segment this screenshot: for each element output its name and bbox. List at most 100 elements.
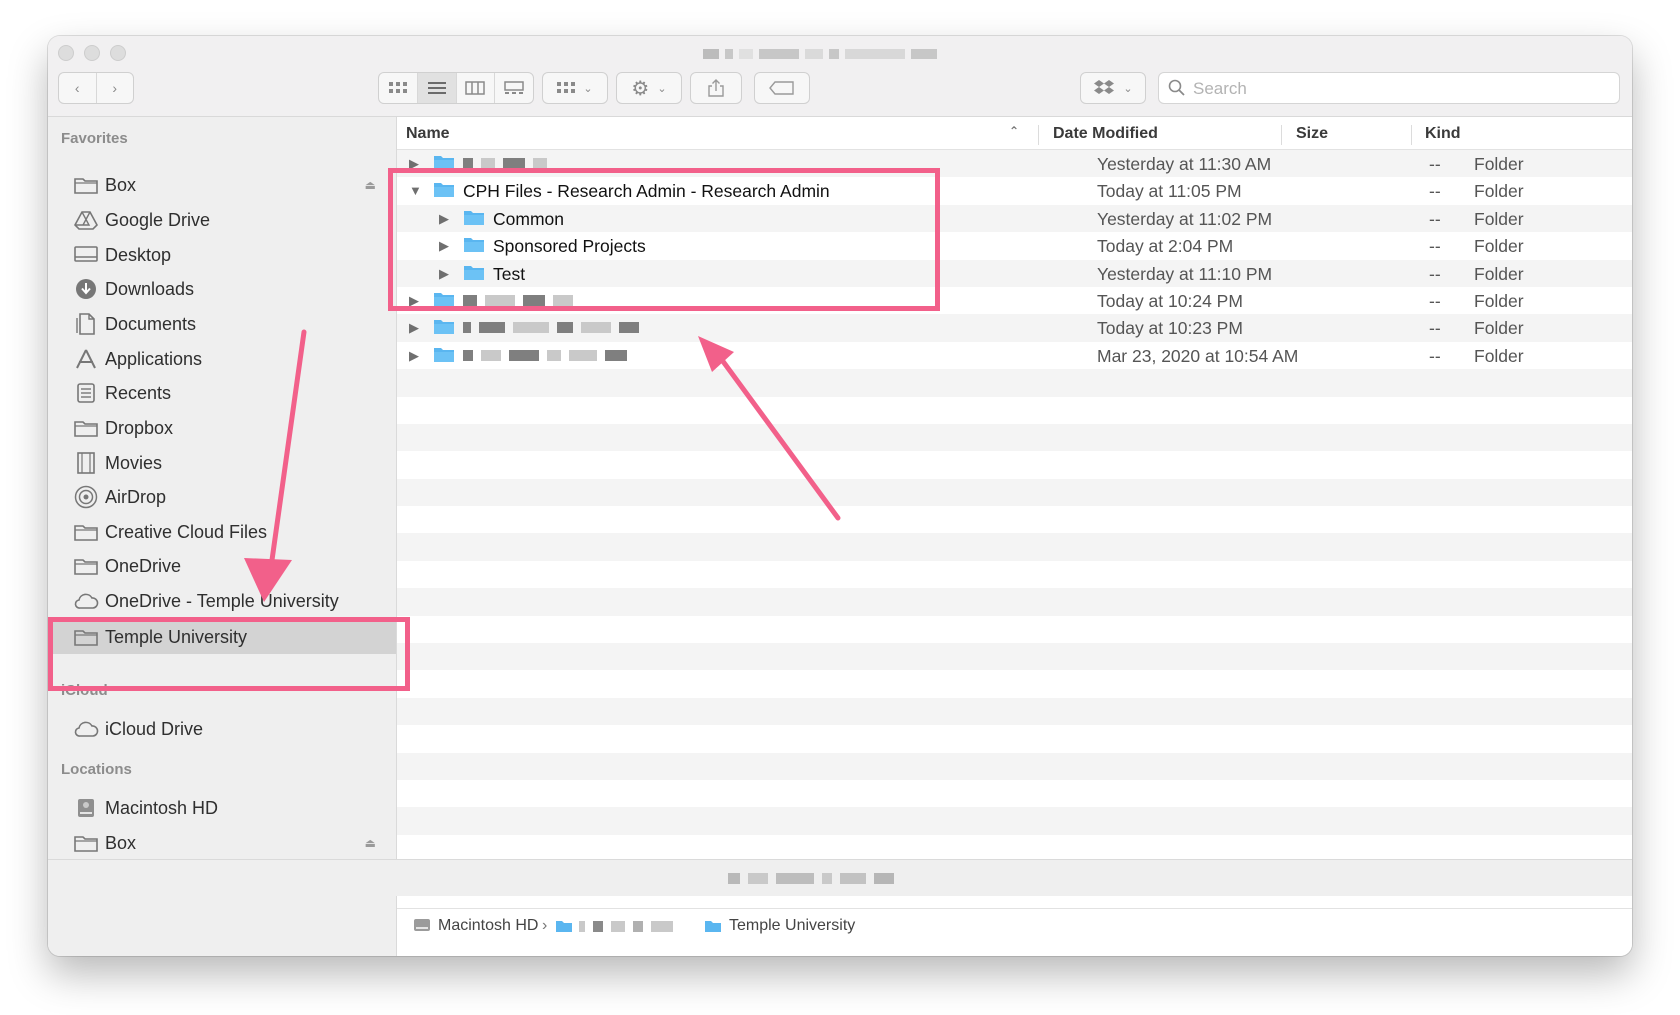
table-row[interactable]: ▶ Sponsored Projects Today at 2:04 PM -- Fol… (397, 232, 1632, 259)
list-view-button[interactable] (417, 73, 457, 103)
sidebar-item-desktop[interactable]: Desktop (48, 238, 396, 272)
date-modified: Yesterday at 11:02 PM (1097, 208, 1273, 229)
empty-row (397, 725, 1632, 752)
kind-column-header[interactable]: Kind (1425, 125, 1461, 143)
sidebar-item-label: Macintosh HD (105, 797, 219, 818)
disclosure-collapsed-icon[interactable]: ▶ (409, 348, 419, 364)
folder-icon (73, 174, 99, 196)
sidebar-item-temple-university[interactable]: Temple University (48, 620, 396, 654)
search-input[interactable] (1191, 77, 1595, 101)
eject-icon[interactable]: ⏏ (365, 178, 376, 192)
path-current[interactable]: Temple University (729, 917, 855, 935)
sidebar-item-applications[interactable]: Applications (48, 342, 396, 376)
dropbox-icon (1094, 80, 1115, 94)
empty-row (397, 506, 1632, 533)
empty-row (397, 780, 1632, 807)
table-row[interactable]: ▶ Yesterday at 11:30 AM -- Folder (397, 150, 1632, 178)
disclosure-collapsed-icon[interactable]: ▶ (439, 211, 449, 227)
dropbox-button[interactable]: ⌄ (1080, 72, 1146, 104)
sidebar-item-box[interactable]: Box ⏏ (48, 826, 396, 860)
empty-row (397, 643, 1632, 671)
table-row[interactable]: ▶ Today at 10:23 PM -- Folder (397, 314, 1632, 342)
path-separator: › (542, 917, 548, 934)
movies-icon (73, 452, 99, 474)
list-view-icon (427, 82, 446, 94)
group-icon (557, 82, 576, 93)
table-row[interactable]: ▶ Today at 10:24 PM -- Folder (397, 287, 1632, 314)
share-button[interactable] (690, 72, 742, 104)
sidebar-item-dropbox[interactable]: Dropbox (48, 411, 396, 445)
action-button[interactable]: ⚙ ⌄ (616, 72, 682, 104)
column-view-button[interactable] (457, 73, 496, 103)
sidebar-item-movies[interactable]: Movies (48, 446, 396, 480)
sidebar-item-recents[interactable]: Recents (48, 376, 396, 410)
zoom-button[interactable] (110, 45, 126, 61)
sidebar-item-airdrop[interactable]: AirDrop (48, 480, 396, 514)
table-row[interactable]: ▼ CPH Files - Research Admin - Research A… (397, 177, 1632, 204)
sidebar-item-google-drive[interactable]: Google Drive (48, 203, 396, 237)
size-column-header[interactable]: Size (1296, 125, 1328, 143)
tag-icon (769, 81, 794, 95)
sidebar-item-icloud-drive[interactable]: iCloud Drive (48, 712, 396, 746)
sidebar-item-onedrive-temple-university[interactable]: OneDrive - Temple University (48, 584, 396, 618)
disclosure-collapsed-icon[interactable]: ▶ (439, 266, 449, 282)
search-field[interactable] (1158, 72, 1620, 104)
file-size: -- (1429, 236, 1441, 257)
sidebar-item-label: Downloads (105, 278, 195, 299)
disclosure-collapsed-icon[interactable]: ▶ (439, 238, 449, 254)
sidebar-item-box[interactable]: Box ⏏ (48, 168, 396, 202)
path-root[interactable]: Macintosh HD (438, 917, 538, 935)
disclosure-collapsed-icon[interactable]: ▶ (409, 293, 419, 309)
sidebar-item-downloads[interactable]: Downloads (48, 272, 396, 306)
file-name-redacted (463, 349, 627, 361)
cloud-icon (73, 718, 99, 740)
date-modified-column-header[interactable]: Date Modified (1053, 125, 1158, 143)
eject-icon[interactable]: ⏏ (365, 836, 376, 850)
file-kind: Folder (1474, 318, 1524, 339)
table-row[interactable]: ▶ Common Yesterday at 11:02 PM -- Folder (397, 204, 1632, 233)
gallery-view-button[interactable] (495, 73, 533, 103)
name-column-header[interactable]: Name (406, 125, 450, 143)
disclosure-collapsed-icon[interactable]: ▶ (409, 320, 419, 336)
file-size: -- (1429, 181, 1441, 202)
sidebar-item-macintosh-hd[interactable]: Macintosh HD (48, 791, 396, 825)
empty-row (397, 561, 1632, 588)
path-bar: Macintosh HD › Temple University (397, 908, 1632, 941)
google-drive-icon (73, 209, 99, 231)
sidebar-item-documents[interactable]: Documents (48, 307, 396, 341)
file-name-redacted (463, 322, 639, 334)
tags-button[interactable] (754, 72, 810, 104)
sidebar-item-creative-cloud-files[interactable]: Creative Cloud Files (48, 515, 396, 549)
file-name: Test (493, 263, 526, 284)
folder-icon (434, 347, 454, 362)
icon-view-button[interactable] (379, 73, 418, 103)
sidebar-item-label: AirDrop (105, 486, 167, 507)
folder-icon (73, 555, 99, 577)
view-mode-control (378, 72, 534, 104)
date-modified: Today at 10:23 PM (1097, 318, 1243, 339)
icon-view-icon (388, 82, 407, 93)
column-header: Name ⌃ Date Modified Size Kind (397, 117, 1632, 150)
date-modified: Today at 2:04 PM (1097, 236, 1234, 257)
back-button[interactable]: ‹ (59, 73, 97, 103)
forward-button[interactable]: › (97, 73, 134, 103)
folder-icon (73, 626, 99, 648)
disclosure-collapsed-icon[interactable]: ▶ (409, 156, 419, 172)
sidebar-item-onedrive[interactable]: OneDrive (48, 549, 396, 583)
empty-row (397, 423, 1632, 452)
minimize-button[interactable] (84, 45, 100, 61)
disclosure-expanded-icon[interactable]: ▼ (409, 183, 422, 198)
file-size: -- (1429, 318, 1441, 339)
table-row[interactable]: ▶ Mar 23, 2020 at 10:54 AM -- Folder (397, 342, 1632, 369)
close-button[interactable] (58, 45, 74, 61)
sidebar-item-label: Documents (105, 313, 197, 334)
group-by-button[interactable]: ⌄ (542, 72, 608, 104)
empty-row (397, 397, 1632, 424)
chevron-down-icon: ⌄ (657, 82, 667, 95)
gear-icon: ⚙ (631, 77, 650, 100)
file-size: -- (1429, 290, 1441, 311)
empty-row (397, 670, 1632, 697)
file-name: CPH Files - Research Admin - Research Ad… (463, 181, 830, 202)
table-row[interactable]: ▶ Test Yesterday at 11:10 PM -- Folder (397, 259, 1632, 287)
hard-drive-icon (73, 797, 99, 819)
